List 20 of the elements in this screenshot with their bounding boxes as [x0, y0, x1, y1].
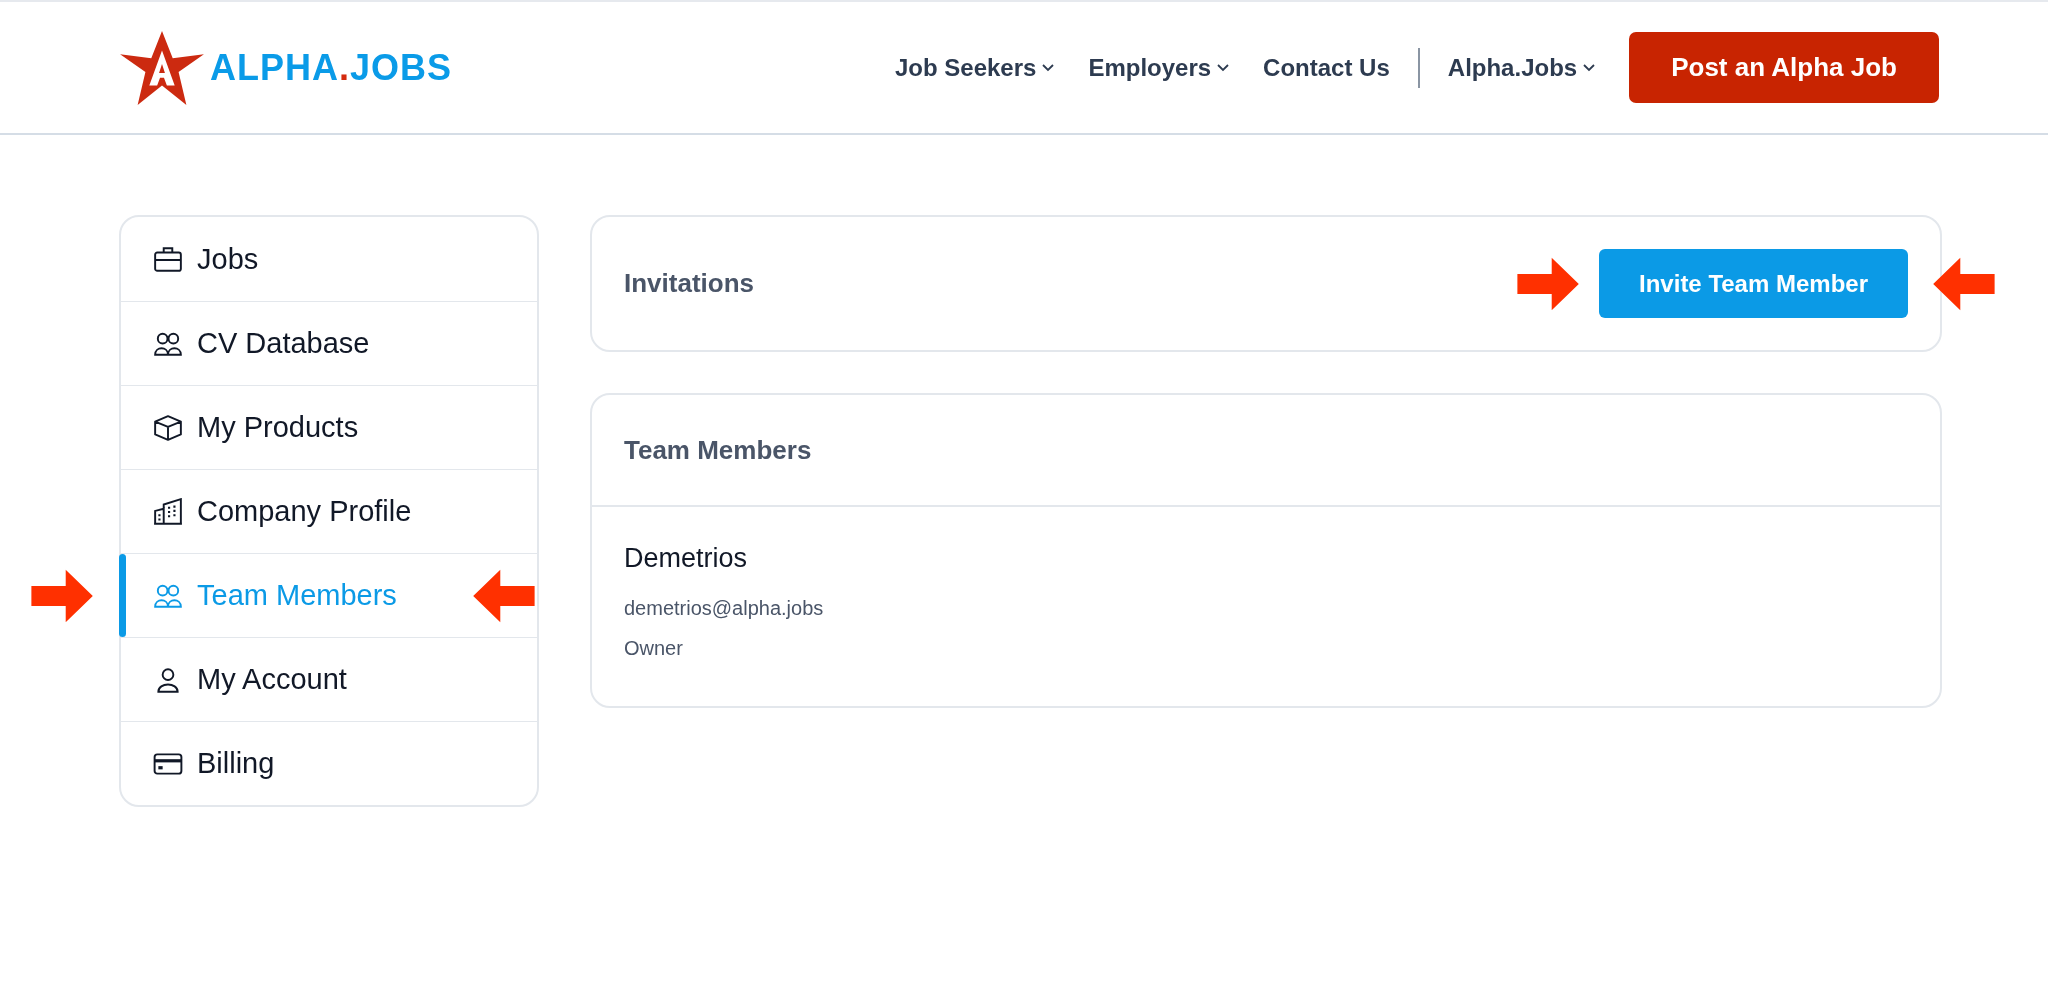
nav-link[interactable]: Employers — [1088, 53, 1230, 82]
post-job-button[interactable]: Post an Alpha Job — [1629, 32, 1939, 103]
card-title: Team Members — [624, 434, 812, 466]
sidebar-item[interactable]: Billing — [121, 721, 537, 805]
briefcase-icon — [153, 245, 183, 273]
member-email: demetrios@alpha.jobs — [624, 596, 825, 621]
member-role: Owner — [624, 636, 684, 661]
sidebar-item[interactable]: My Products — [121, 385, 537, 469]
nav-link[interactable]: Contact Us — [1263, 53, 1390, 82]
sidebar-item[interactable]: Jobs — [121, 217, 537, 301]
building-icon — [153, 497, 183, 526]
box-icon — [153, 413, 183, 442]
sidebar-item[interactable]: My Account — [121, 637, 537, 721]
logo-text: ALPHA.JOBS — [210, 46, 453, 89]
card-title: Invitations — [624, 268, 754, 299]
nav-link[interactable]: Job Seekers — [894, 53, 1055, 82]
member-name: Demetrios — [624, 543, 749, 574]
nav-link[interactable]: Alpha.Jobs — [1447, 53, 1596, 82]
sidebar-item[interactable]: Company Profile — [121, 469, 537, 553]
sidebar-item[interactable]: CV Database — [121, 301, 537, 385]
